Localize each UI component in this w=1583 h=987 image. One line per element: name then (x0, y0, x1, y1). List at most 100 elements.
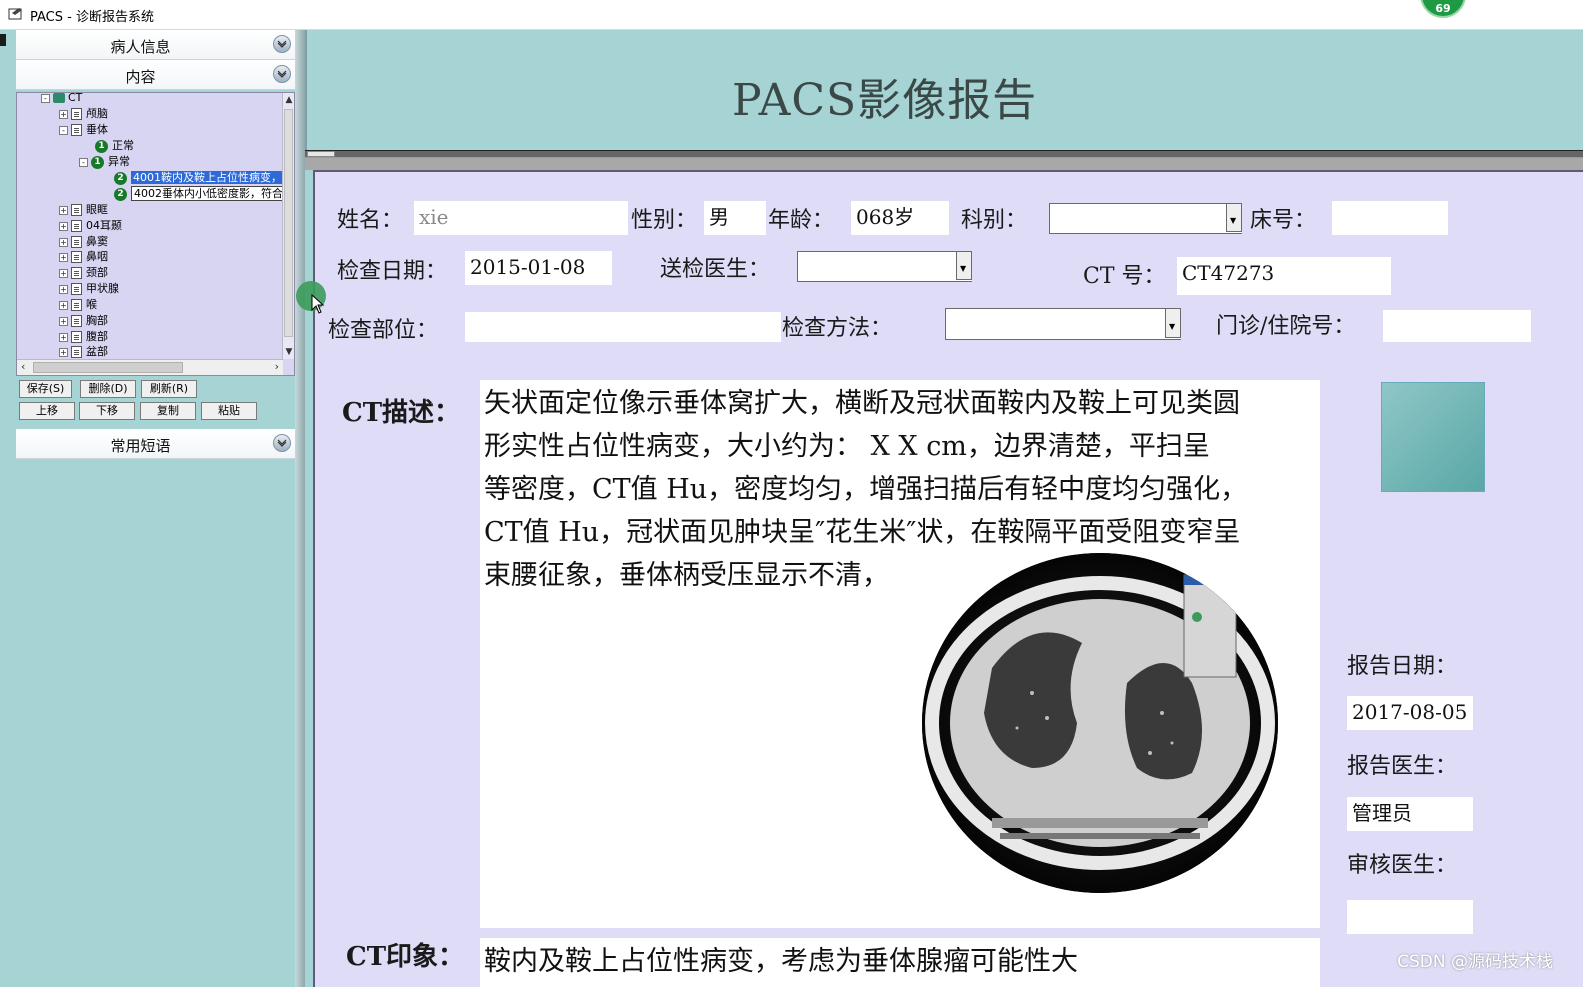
scroll-thumb[interactable] (33, 362, 183, 373)
ct-number-field[interactable]: CT47273 (1177, 257, 1391, 295)
thumbnail-placeholder[interactable] (1381, 382, 1485, 492)
document-icon (71, 315, 82, 327)
exam-site-field[interactable] (465, 312, 781, 342)
scroll-right-icon[interactable]: › (275, 360, 279, 373)
divider-handle[interactable] (307, 151, 335, 157)
document-icon (71, 236, 82, 248)
accordion-content[interactable]: 内容 (16, 60, 295, 90)
expand-icon[interactable]: + (59, 221, 68, 231)
tree-root[interactable]: - CT (41, 92, 83, 105)
tree-node[interactable]: + 盆部 (59, 344, 108, 359)
expand-icon[interactable]: + (59, 284, 68, 294)
save-button[interactable]: 保存(S) (19, 380, 72, 398)
level-2-icon: 2 (114, 187, 127, 201)
mouse-cursor-icon (311, 294, 325, 314)
accordion-phrases[interactable]: 常用短语 (16, 429, 295, 459)
tree-node-label: 腹部 (86, 330, 108, 343)
chevron-down-icon[interactable] (273, 35, 291, 53)
scroll-down-icon[interactable]: ▼ (284, 347, 294, 357)
expand-icon[interactable]: + (59, 237, 68, 247)
expand-icon[interactable]: + (59, 316, 68, 326)
document-icon (71, 267, 82, 279)
expand-icon[interactable]: + (59, 109, 68, 119)
refresh-button[interactable]: 刷新(R) (141, 380, 197, 398)
tree-node[interactable]: + 鼻窦 (59, 234, 108, 249)
bed-field[interactable] (1332, 201, 1448, 235)
move-up-button[interactable]: 上移 (19, 402, 75, 420)
tree-node[interactable]: + 喉 (59, 297, 97, 312)
tree-horizontal-scrollbar[interactable]: ‹ › (17, 359, 283, 375)
tree-node-label: 异常 (108, 155, 130, 168)
report-doctor-field[interactable]: 管理员 (1347, 797, 1473, 831)
bed-label: 床号： (1250, 208, 1317, 233)
age-label: 年龄： (768, 208, 835, 233)
expand-icon[interactable]: + (59, 268, 68, 278)
tree-node[interactable]: + 眼眶 (59, 202, 108, 217)
ct-description-line: 形实性占位性病变，大小约为： X X cm，边界清楚，平扫呈 (484, 431, 1210, 462)
ct-impression-textarea[interactable]: 鞍内及鞍上占位性病变，考虑为垂体腺瘤可能性大 (480, 938, 1320, 987)
gender-label: 性别： (631, 208, 698, 233)
tree-root-label: CT (68, 92, 83, 104)
collapse-icon[interactable]: - (59, 125, 68, 135)
tree-node[interactable]: + 颈部 (59, 265, 108, 280)
scroll-thumb[interactable] (284, 109, 293, 337)
tree-node[interactable]: - 垂体 (59, 122, 108, 137)
review-doctor-field[interactable] (1347, 900, 1473, 934)
ct-folder-icon (53, 93, 65, 103)
tree-node[interactable]: + 腹部 (59, 329, 108, 344)
department-select[interactable]: ▼ (1049, 203, 1242, 234)
panel-splitter[interactable] (295, 30, 305, 987)
dropdown-arrow-icon[interactable]: ▼ (956, 251, 972, 280)
accordion-content-label: 内容 (125, 68, 156, 86)
exam-method-select[interactable]: ▼ (945, 308, 1181, 340)
collapse-icon[interactable]: - (41, 93, 50, 103)
name-label: 姓名： (337, 208, 404, 233)
template-tree[interactable]: - CT + 颅脑 - 垂体 1 正常 -1 异常 2 4001鞍内及鞍上占位性病变， 24… (16, 92, 295, 376)
expand-icon[interactable]: + (59, 300, 68, 310)
tree-node-label: 4001鞍内及鞍上占位性病变， (131, 171, 284, 184)
chevron-down-icon[interactable] (273, 434, 291, 452)
document-icon (71, 204, 82, 216)
document-icon (71, 346, 82, 358)
expand-icon[interactable]: + (59, 252, 68, 262)
paste-button[interactable]: 粘贴 (201, 402, 257, 420)
age-field[interactable]: 068岁 (851, 201, 949, 235)
tree-vertical-scrollbar[interactable]: ▲ ▼ (282, 93, 294, 359)
ct-description-label: CT描述： (342, 398, 461, 428)
name-field[interactable]: xie (414, 201, 628, 235)
ct-scan-image[interactable] (922, 553, 1278, 893)
tree-node[interactable]: + 胸部 (59, 313, 108, 328)
expand-icon[interactable]: + (59, 332, 68, 342)
move-down-button[interactable]: 下移 (79, 402, 135, 420)
tree-node[interactable]: 1 正常 (95, 138, 134, 153)
tree-node[interactable]: + 鼻咽 (59, 249, 108, 264)
exam-date-field[interactable]: 2015-01-08 (465, 251, 612, 285)
tree-node[interactable]: + 甲状腺 (59, 281, 119, 296)
scroll-left-icon[interactable]: ‹ (21, 360, 25, 373)
document-icon (71, 124, 82, 136)
gender-field[interactable]: 男 (704, 201, 766, 235)
expand-icon[interactable]: + (59, 347, 68, 357)
dropdown-arrow-icon[interactable]: ▼ (1226, 203, 1242, 232)
tree-node-label: 鼻窦 (86, 235, 108, 248)
tree-node-selected[interactable]: 2 4001鞍内及鞍上占位性病变， (114, 170, 284, 185)
collapse-icon[interactable]: - (79, 157, 88, 167)
dropdown-arrow-icon[interactable]: ▼ (1165, 308, 1181, 338)
copy-button[interactable]: 复制 (140, 402, 196, 420)
delete-button[interactable]: 删除(D) (80, 380, 136, 398)
level-2-icon: 2 (114, 171, 127, 185)
tree-node-tooltip[interactable]: 2 4002垂体内小低密度影，符合垂体微腺瘤 (114, 186, 294, 201)
report-date-field[interactable]: 2017-08-05 (1347, 696, 1473, 730)
referring-doctor-select[interactable]: ▼ (797, 251, 972, 282)
report-doctor-label: 报告医生： (1347, 754, 1458, 779)
chevron-down-icon[interactable] (273, 65, 291, 83)
tree-node[interactable]: +04耳颞 (59, 218, 122, 233)
ct-impression-label: CT印象： (346, 942, 465, 972)
tree-node[interactable]: -1 异常 (79, 154, 130, 169)
clinic-number-field[interactable] (1383, 310, 1531, 342)
document-icon (71, 299, 82, 311)
expand-icon[interactable]: + (59, 205, 68, 215)
accordion-patient-info[interactable]: 病人信息 (16, 30, 295, 60)
tree-node[interactable]: + 颅脑 (59, 106, 108, 121)
scroll-up-icon[interactable]: ▲ (284, 95, 294, 105)
